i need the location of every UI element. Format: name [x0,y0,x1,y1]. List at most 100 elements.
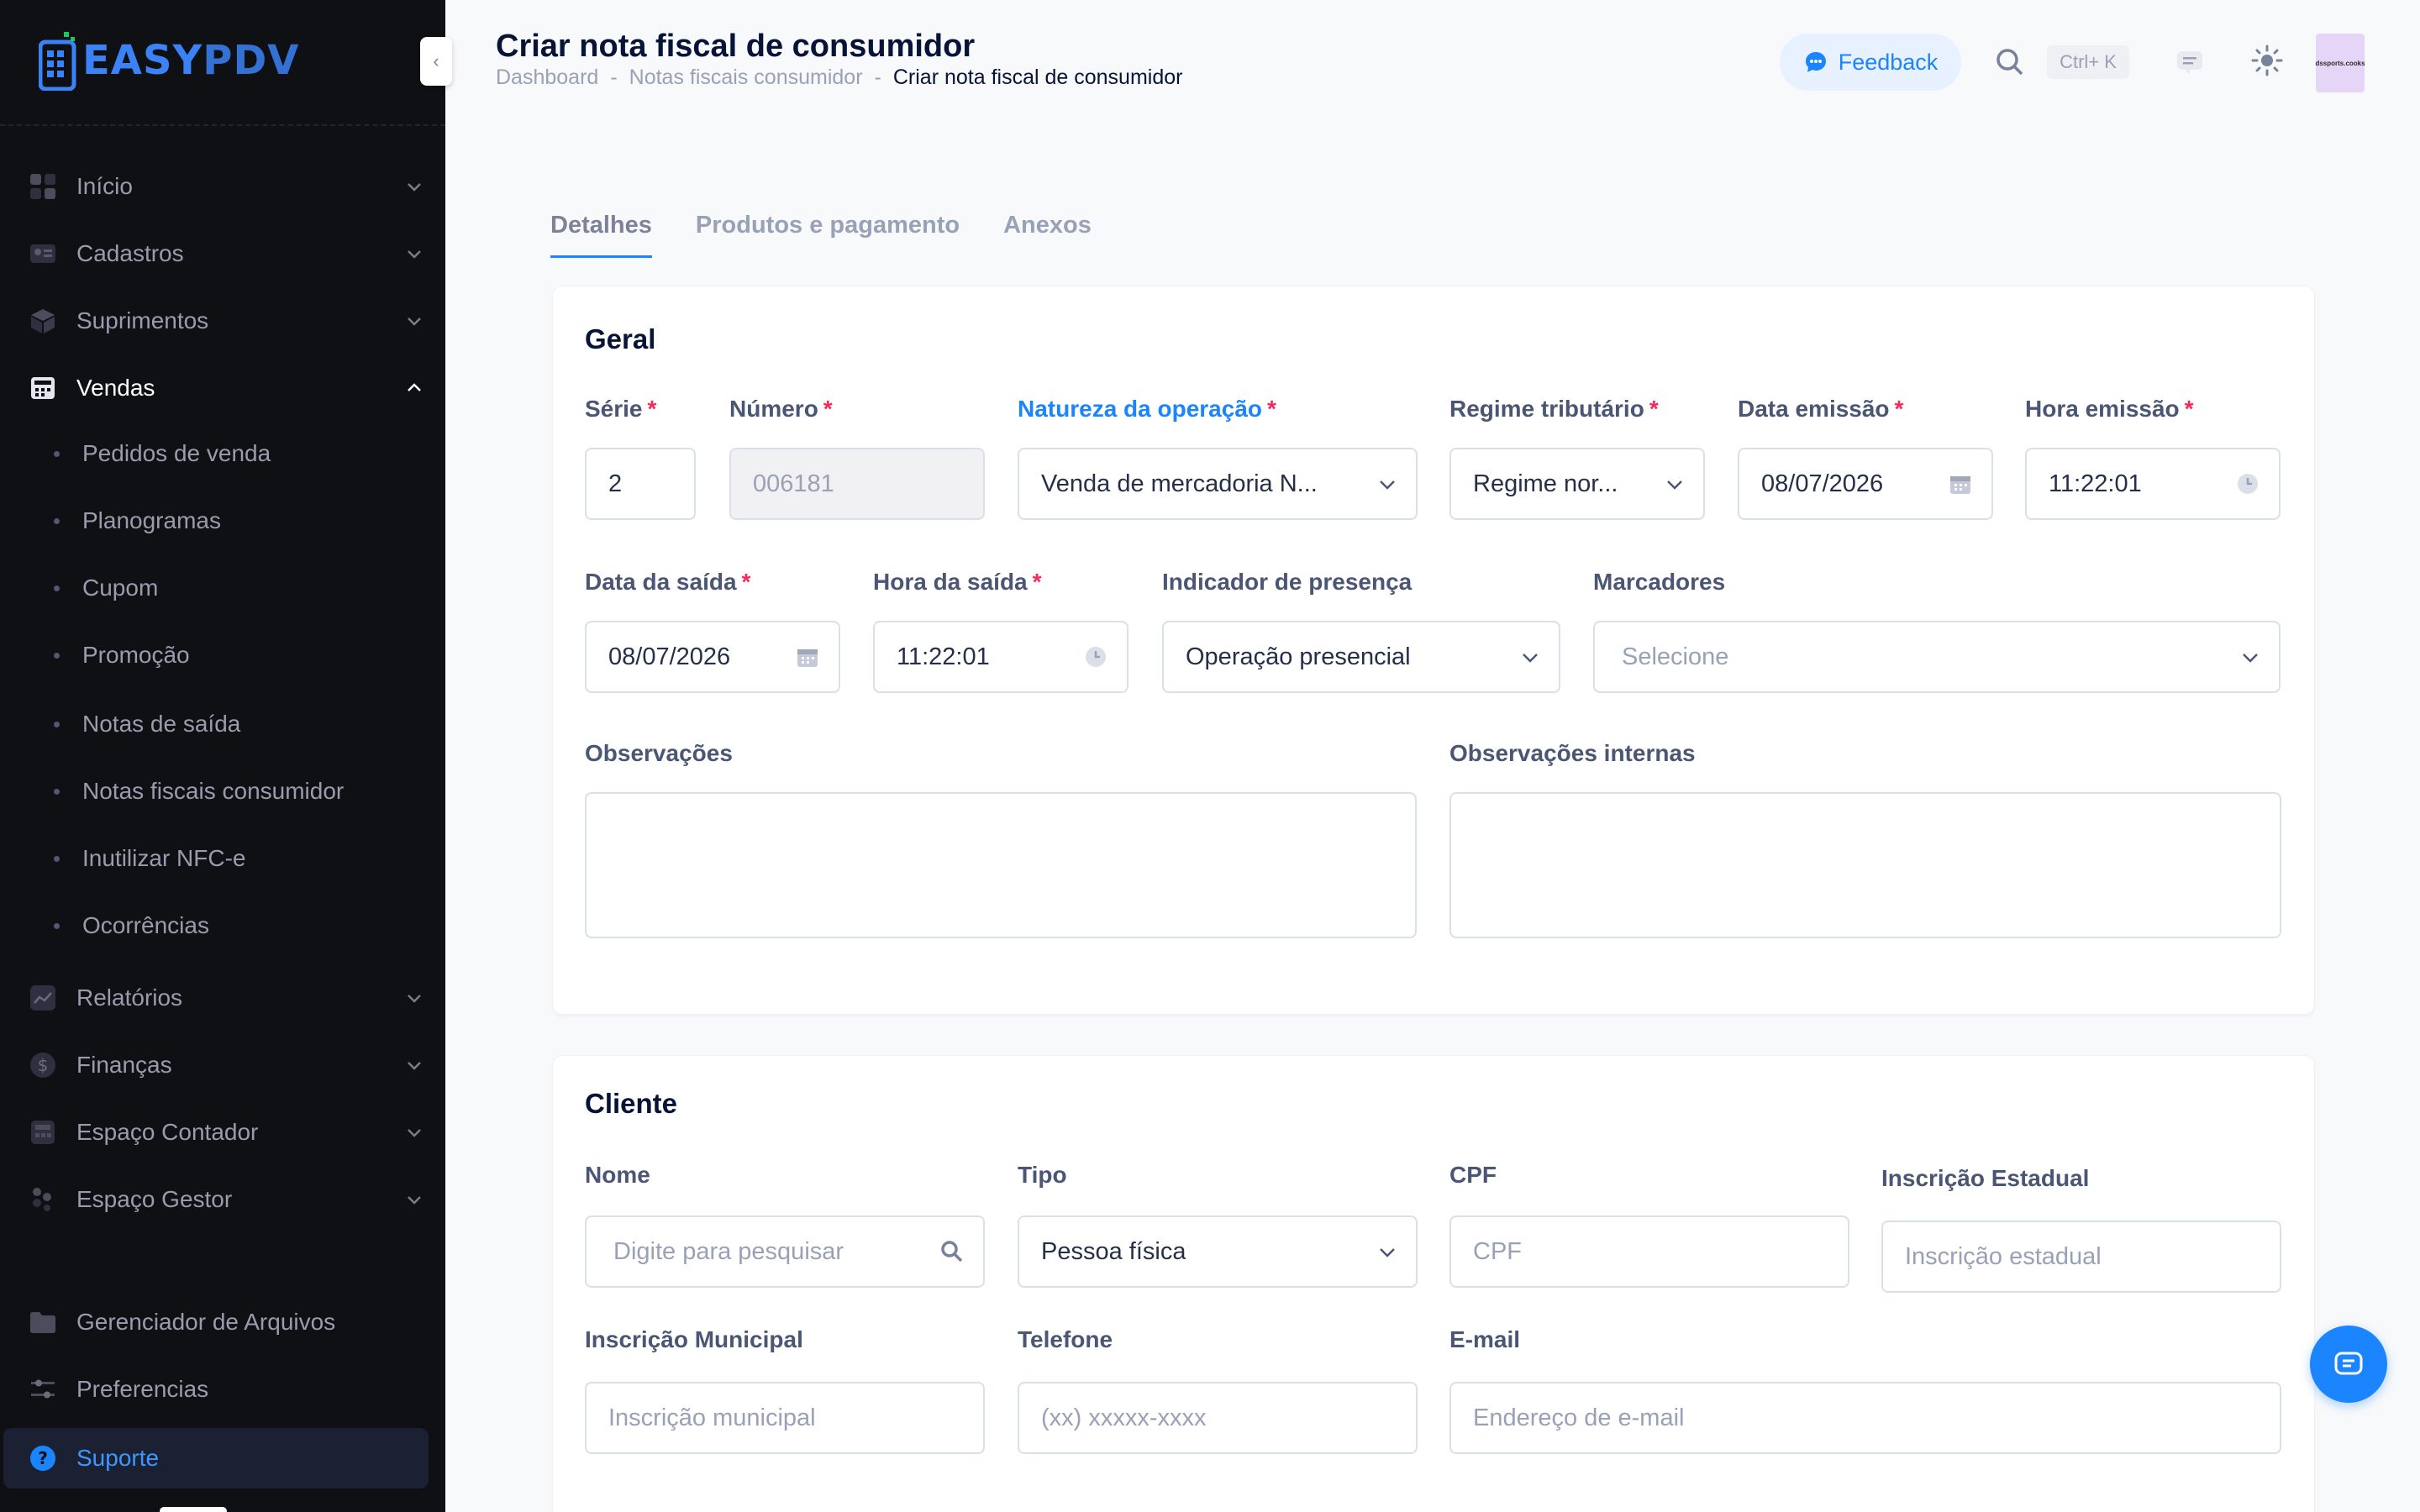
messages-icon[interactable] [2175,47,2205,77]
numero-label: Número * [729,396,833,422]
svg-text:?: ? [38,1448,48,1468]
serie-input[interactable]: 2 [585,448,696,520]
sidebar-item-cadastros[interactable]: Cadastros [0,228,445,279]
observacoes-textarea[interactable] [585,792,1417,938]
calendar-icon[interactable] [795,644,820,669]
im-label: Inscrição Municipal [585,1326,803,1352]
breadcrumb-separator: - [874,66,881,89]
sidebar-subitem-label: Promoção [82,642,190,668]
sidebar-item-label: Suprimentos [76,307,209,333]
hora-emissao-input[interactable]: 11:22:01 [2025,448,2281,520]
natureza-label: Natureza da operação * [1018,396,1276,422]
breadcrumb: Dashboard - Notas fiscais consumidor - C… [496,66,1182,90]
sidebar-subitem-inutilizar[interactable]: Inutilizar NFC-e [0,833,445,884]
email-label: E-mail [1449,1326,1521,1352]
search-icon[interactable] [1995,47,2025,77]
dollar-icon: $ [30,1053,55,1078]
avatar-text: dssports.cooks [2315,59,2365,67]
app-logo[interactable]: EASYPDV [39,30,299,91]
sidebar-subitem-label: Cupom [82,575,159,601]
sidebar-item-relatorios[interactable]: Relatórios [0,973,445,1023]
breadcrumb-current: Criar nota fiscal de consumidor [892,66,1183,89]
sidebar-item-label: Espaço Gestor [76,1186,233,1212]
tab-anexos[interactable]: Anexos [1003,212,1092,258]
breadcrumb-notas[interactable]: Notas fiscais consumidor [629,66,863,90]
natureza-select[interactable]: Venda de mercadoria N... [1018,448,1418,520]
feedback-button[interactable]: Feedback [1780,34,1961,91]
observacoes-internas-label: Observações internas [1449,740,1696,766]
chevron-down-icon [408,1129,421,1137]
tab-detalhes[interactable]: Detalhes [550,212,652,258]
sidebar-subitem-notas-saida[interactable]: Notas de saída [0,699,445,749]
people-icon [33,1188,51,1211]
chat-support-button[interactable] [2310,1326,2387,1403]
sidebar-scrollbar[interactable] [160,1507,227,1512]
avatar[interactable]: dssports.cooks [2315,34,2365,92]
sidebar-item-vendas[interactable]: Vendas [0,363,445,413]
clock-icon[interactable] [1083,644,1108,669]
card-geral: Geral Série * Número * Natureza da operaçã… [552,286,2315,1015]
data-saida-input[interactable]: 08/07/2026 [585,621,840,693]
im-input[interactable]: Inscrição municipal [585,1382,985,1454]
chevron-down-icon [1523,654,1538,663]
sidebar-subitem-label: Notas fiscais consumidor [82,778,345,804]
regime-label: Regime tributário * [1449,396,1659,422]
page-title: Criar nota fiscal de consumidor [496,29,976,64]
sidebar-item-label: Espaço Contador [76,1119,259,1145]
logo-text: EASYPDV [82,37,300,84]
chevron-down-icon [1667,480,1682,490]
card-cliente: Cliente Nome Tipo CPF Inscrição Estadual… [552,1055,2315,1512]
tab-bar: Detalhes Produtos e pagamento Anexos [550,212,1092,258]
observacoes-label: Observações [585,740,733,766]
tab-produtos-pagamento[interactable]: Produtos e pagamento [696,212,960,258]
ie-label: Inscrição Estadual [1881,1165,2090,1191]
sidebar-subitem-planogramas[interactable]: Planogramas [0,496,445,546]
observacoes-internas-textarea[interactable] [1449,792,2281,938]
nome-label: Nome [585,1162,650,1188]
data-emissao-label: Data emissão * [1738,396,1904,422]
bullet-icon [54,652,60,659]
sidebar-subitem-promocao[interactable]: Promoção [0,630,445,680]
breadcrumb-dashboard[interactable]: Dashboard [496,66,598,90]
sidebar-item-financas[interactable]: $ Finanças [0,1040,445,1090]
cpf-label: CPF [1449,1162,1497,1188]
theme-toggle-icon[interactable] [2250,44,2284,77]
sidebar-item-espaco-gestor[interactable]: Espaço Gestor [0,1174,445,1225]
sidebar-subitem-nfc[interactable]: Notas fiscais consumidor [0,766,445,816]
sidebar-divider [0,124,445,126]
sidebar-item-label: Início [76,173,133,199]
sidebar-item-suporte[interactable]: ? Suporte [3,1428,429,1488]
sidebar-item-inicio[interactable]: Início [0,161,445,212]
chevron-down-icon [1380,480,1395,490]
sidebar-subitem-pedidos[interactable]: Pedidos de venda [0,428,445,479]
cpf-input[interactable]: CPF [1449,1215,1849,1288]
sidebar-item-espaco-contador[interactable]: Espaço Contador [0,1107,445,1158]
sidebar-item-preferencias[interactable]: Preferencias [0,1364,445,1415]
chevron-up-icon [408,383,421,391]
data-emissao-input[interactable]: 08/07/2026 [1738,448,1993,520]
sidebar-item-suprimentos[interactable]: Suprimentos [0,296,445,346]
email-input[interactable]: Endereço de e-mail [1449,1382,2281,1454]
presenca-label: Indicador de presença [1162,569,1413,595]
sidebar-subitem-label: Planogramas [82,507,221,533]
chevron-down-icon [1380,1248,1395,1257]
sidebar-subitem-cupom[interactable]: Cupom [0,563,445,613]
presenca-select[interactable]: Operação presencial [1162,621,1560,693]
ie-input[interactable]: Inscrição estadual [1881,1221,2281,1293]
clock-icon[interactable] [2235,471,2260,496]
bullet-icon [54,788,60,795]
chevron-down-icon [408,318,421,326]
sidebar-subitem-ocorrencias[interactable]: Ocorrências [0,900,445,951]
sidebar-subitem-label: Ocorrências [82,912,209,938]
sidebar-toggle-button[interactable]: ‹ [420,37,452,86]
sidebar-item-gerenciador-arquivos[interactable]: Gerenciador de Arquivos [0,1297,445,1347]
bullet-icon [54,585,60,591]
calendar-icon[interactable] [1948,471,1973,496]
hora-saida-input[interactable]: 11:22:01 [873,621,1128,693]
nome-search-input[interactable]: Digite para pesquisar [585,1215,985,1288]
tipo-select[interactable]: Pessoa física [1018,1215,1418,1288]
regime-select[interactable]: Regime nor... [1449,448,1705,520]
telefone-input[interactable]: (xx) xxxxx-xxxx [1018,1382,1418,1454]
bullet-icon [54,922,60,929]
marcadores-select[interactable]: Selecione [1593,621,2281,693]
